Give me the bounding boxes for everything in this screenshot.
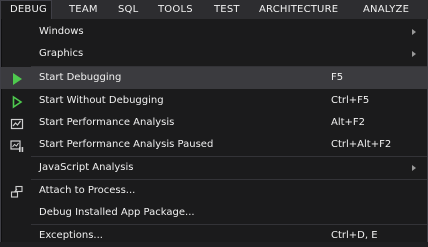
play-icon — [10, 71, 24, 85]
menu-item-shortcut: F5 — [331, 72, 344, 83]
performance-icon — [10, 116, 24, 130]
menu-item-start-performance-analysis-paused[interactable]: Start Performance Analysis Paused Ctrl+A… — [1, 134, 427, 156]
submenu-arrow-icon — [412, 165, 416, 171]
menu-item-javascript-analysis[interactable]: JavaScript Analysis — [1, 157, 427, 179]
submenu-arrow-icon — [412, 51, 416, 57]
menu-item-label: Start Debugging — [39, 72, 122, 83]
menu-sql[interactable]: SQL — [118, 0, 138, 19]
menu-item-label: Windows — [39, 26, 84, 37]
menu-item-label: Start Performance Analysis Paused — [39, 139, 214, 150]
menu-architecture[interactable]: ARCHITECTURE — [259, 0, 338, 19]
menu-item-label: Exceptions... — [39, 230, 103, 241]
menu-item-label: Debug Installed App Package... — [39, 207, 195, 218]
menu-test[interactable]: TEST — [214, 0, 240, 19]
menu-team[interactable]: TEAM — [69, 0, 98, 19]
menu-bar: DEBUG TEAM SQL TOOLS TEST ARCHITECTURE A… — [0, 0, 428, 19]
attach-process-icon — [10, 184, 24, 198]
debug-menu-dropdown: Windows Graphics Start Debugging F5 Star… — [0, 19, 428, 242]
menu-item-start-performance-analysis[interactable]: Start Performance Analysis Alt+F2 — [1, 112, 427, 134]
menu-item-start-without-debugging[interactable]: Start Without Debugging Ctrl+F5 — [1, 90, 427, 112]
menu-item-label: Start Without Debugging — [39, 95, 164, 106]
menu-item-shortcut: Ctrl+F5 — [331, 95, 370, 106]
menu-item-shortcut: Ctrl+Alt+F2 — [331, 139, 392, 150]
menu-item-graphics[interactable]: Graphics — [1, 43, 427, 65]
menu-item-exceptions[interactable]: Exceptions... Ctrl+D, E — [1, 225, 427, 247]
performance-paused-icon — [10, 138, 24, 152]
menu-item-label: JavaScript Analysis — [39, 162, 134, 173]
menu-debug[interactable]: DEBUG — [0, 0, 52, 19]
menu-analyze[interactable]: ANALYZE — [363, 0, 409, 19]
submenu-arrow-icon — [412, 29, 416, 35]
menu-item-windows[interactable]: Windows — [1, 21, 427, 43]
menu-tools[interactable]: TOOLS — [158, 0, 193, 19]
menu-item-label: Start Performance Analysis — [39, 117, 175, 128]
menu-item-label: Attach to Process... — [39, 185, 136, 196]
play-outline-icon — [10, 94, 24, 109]
menu-item-start-debugging[interactable]: Start Debugging F5 — [1, 67, 427, 89]
menu-item-debug-installed-app-package[interactable]: Debug Installed App Package... — [1, 202, 427, 224]
menu-item-label: Graphics — [39, 48, 84, 59]
menu-item-shortcut: Ctrl+D, E — [331, 230, 378, 241]
menu-item-attach-to-process[interactable]: Attach to Process... — [1, 180, 427, 202]
menu-item-shortcut: Alt+F2 — [331, 117, 366, 128]
